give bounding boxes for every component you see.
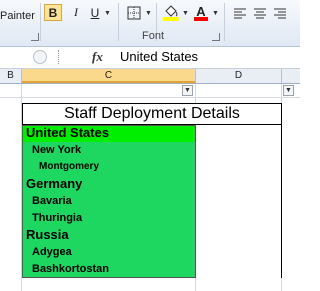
borders-dropdown-icon[interactable]: ▼ <box>145 10 152 17</box>
bold-button[interactable]: B <box>44 4 62 21</box>
empty-cell[interactable] <box>196 176 282 193</box>
insert-function-icon[interactable]: fx <box>92 49 103 65</box>
table-row[interactable]: Bavaria <box>22 193 282 210</box>
name-box-expand-icon[interactable] <box>33 50 47 64</box>
underline-dropdown-icon[interactable]: ▼ <box>104 10 111 17</box>
empty-cell[interactable] <box>196 142 282 159</box>
italic-button[interactable]: I <box>69 4 83 21</box>
table-row[interactable]: Germany <box>22 176 282 193</box>
table-title[interactable]: Staff Deployment Details <box>22 103 282 125</box>
fill-color-dropdown-icon[interactable]: ▼ <box>182 10 189 17</box>
table-row[interactable]: Bashkortostan <box>22 261 282 278</box>
empty-cell[interactable] <box>196 261 282 278</box>
font-dialog-launcher-icon[interactable] <box>212 33 220 41</box>
ribbon-separator <box>224 3 225 41</box>
empty-cell[interactable] <box>196 244 282 261</box>
location-cell[interactable]: United States <box>22 125 196 142</box>
ribbon-separator <box>40 3 41 41</box>
filter-active-dropdown-d[interactable]: ▼ <box>283 85 294 96</box>
column-header-b[interactable]: B <box>0 69 22 83</box>
location-cell[interactable]: Bashkortostan <box>22 261 196 278</box>
clipboard-dialog-launcher-icon[interactable] <box>31 33 39 41</box>
format-painter-label[interactable]: Painter <box>0 10 35 22</box>
column-header-d[interactable]: D <box>196 69 282 83</box>
table-row[interactable]: Thuringia <box>22 210 282 227</box>
empty-cell[interactable] <box>196 210 282 227</box>
formula-bar-grip[interactable] <box>58 50 62 64</box>
align-left-icon <box>234 8 246 18</box>
empty-cell[interactable] <box>196 227 282 244</box>
align-right-button[interactable] <box>272 4 288 21</box>
font-group-label: Font <box>142 30 165 42</box>
table-row[interactable]: New York <box>22 142 282 159</box>
location-cell[interactable]: Thuringia <box>22 210 196 227</box>
font-color-glyph: A <box>196 4 206 19</box>
empty-cell[interactable] <box>196 193 282 210</box>
table-row[interactable]: Russia <box>22 227 282 244</box>
align-right-icon <box>274 8 286 18</box>
borders-icon <box>127 6 141 19</box>
fill-bucket-icon <box>163 5 179 21</box>
formula-input[interactable]: United States <box>120 49 198 65</box>
column-header-c[interactable]: C <box>22 69 196 83</box>
location-cell[interactable]: Adygea <box>22 244 196 261</box>
empty-cell[interactable] <box>196 159 282 176</box>
font-color-dropdown-icon[interactable]: ▼ <box>212 10 219 17</box>
column-header-row: B C D <box>0 69 300 84</box>
formula-bar: fx United States <box>0 47 300 69</box>
font-color-button[interactable]: A <box>193 4 209 21</box>
table-row[interactable]: Montgomery <box>22 159 282 176</box>
table-row[interactable]: United States <box>22 125 282 142</box>
align-center-icon <box>254 8 266 18</box>
font-color-icon: A <box>194 4 208 21</box>
location-cell[interactable]: Montgomery <box>22 159 196 176</box>
gridline <box>0 97 300 98</box>
location-cell[interactable]: New York <box>22 142 196 159</box>
location-cell[interactable]: Russia <box>22 227 196 244</box>
align-left-button[interactable] <box>232 4 248 21</box>
align-center-button[interactable] <box>252 4 268 21</box>
table-row[interactable]: Adygea <box>22 244 282 261</box>
location-cell[interactable]: Bavaria <box>22 193 196 210</box>
ribbon-separator <box>118 3 119 41</box>
fill-color-button[interactable] <box>162 4 180 21</box>
location-table: United States New York Montgomery German… <box>22 125 282 278</box>
underline-button[interactable]: U <box>88 4 102 21</box>
empty-cell[interactable] <box>196 125 282 142</box>
filter-dropdown-c[interactable]: ▼ <box>182 85 193 96</box>
ribbon: Painter B I U ▼ ▼ ▼ A ▼ Font <box>0 0 300 47</box>
borders-button[interactable] <box>126 4 142 21</box>
location-cell[interactable]: Germany <box>22 176 196 193</box>
